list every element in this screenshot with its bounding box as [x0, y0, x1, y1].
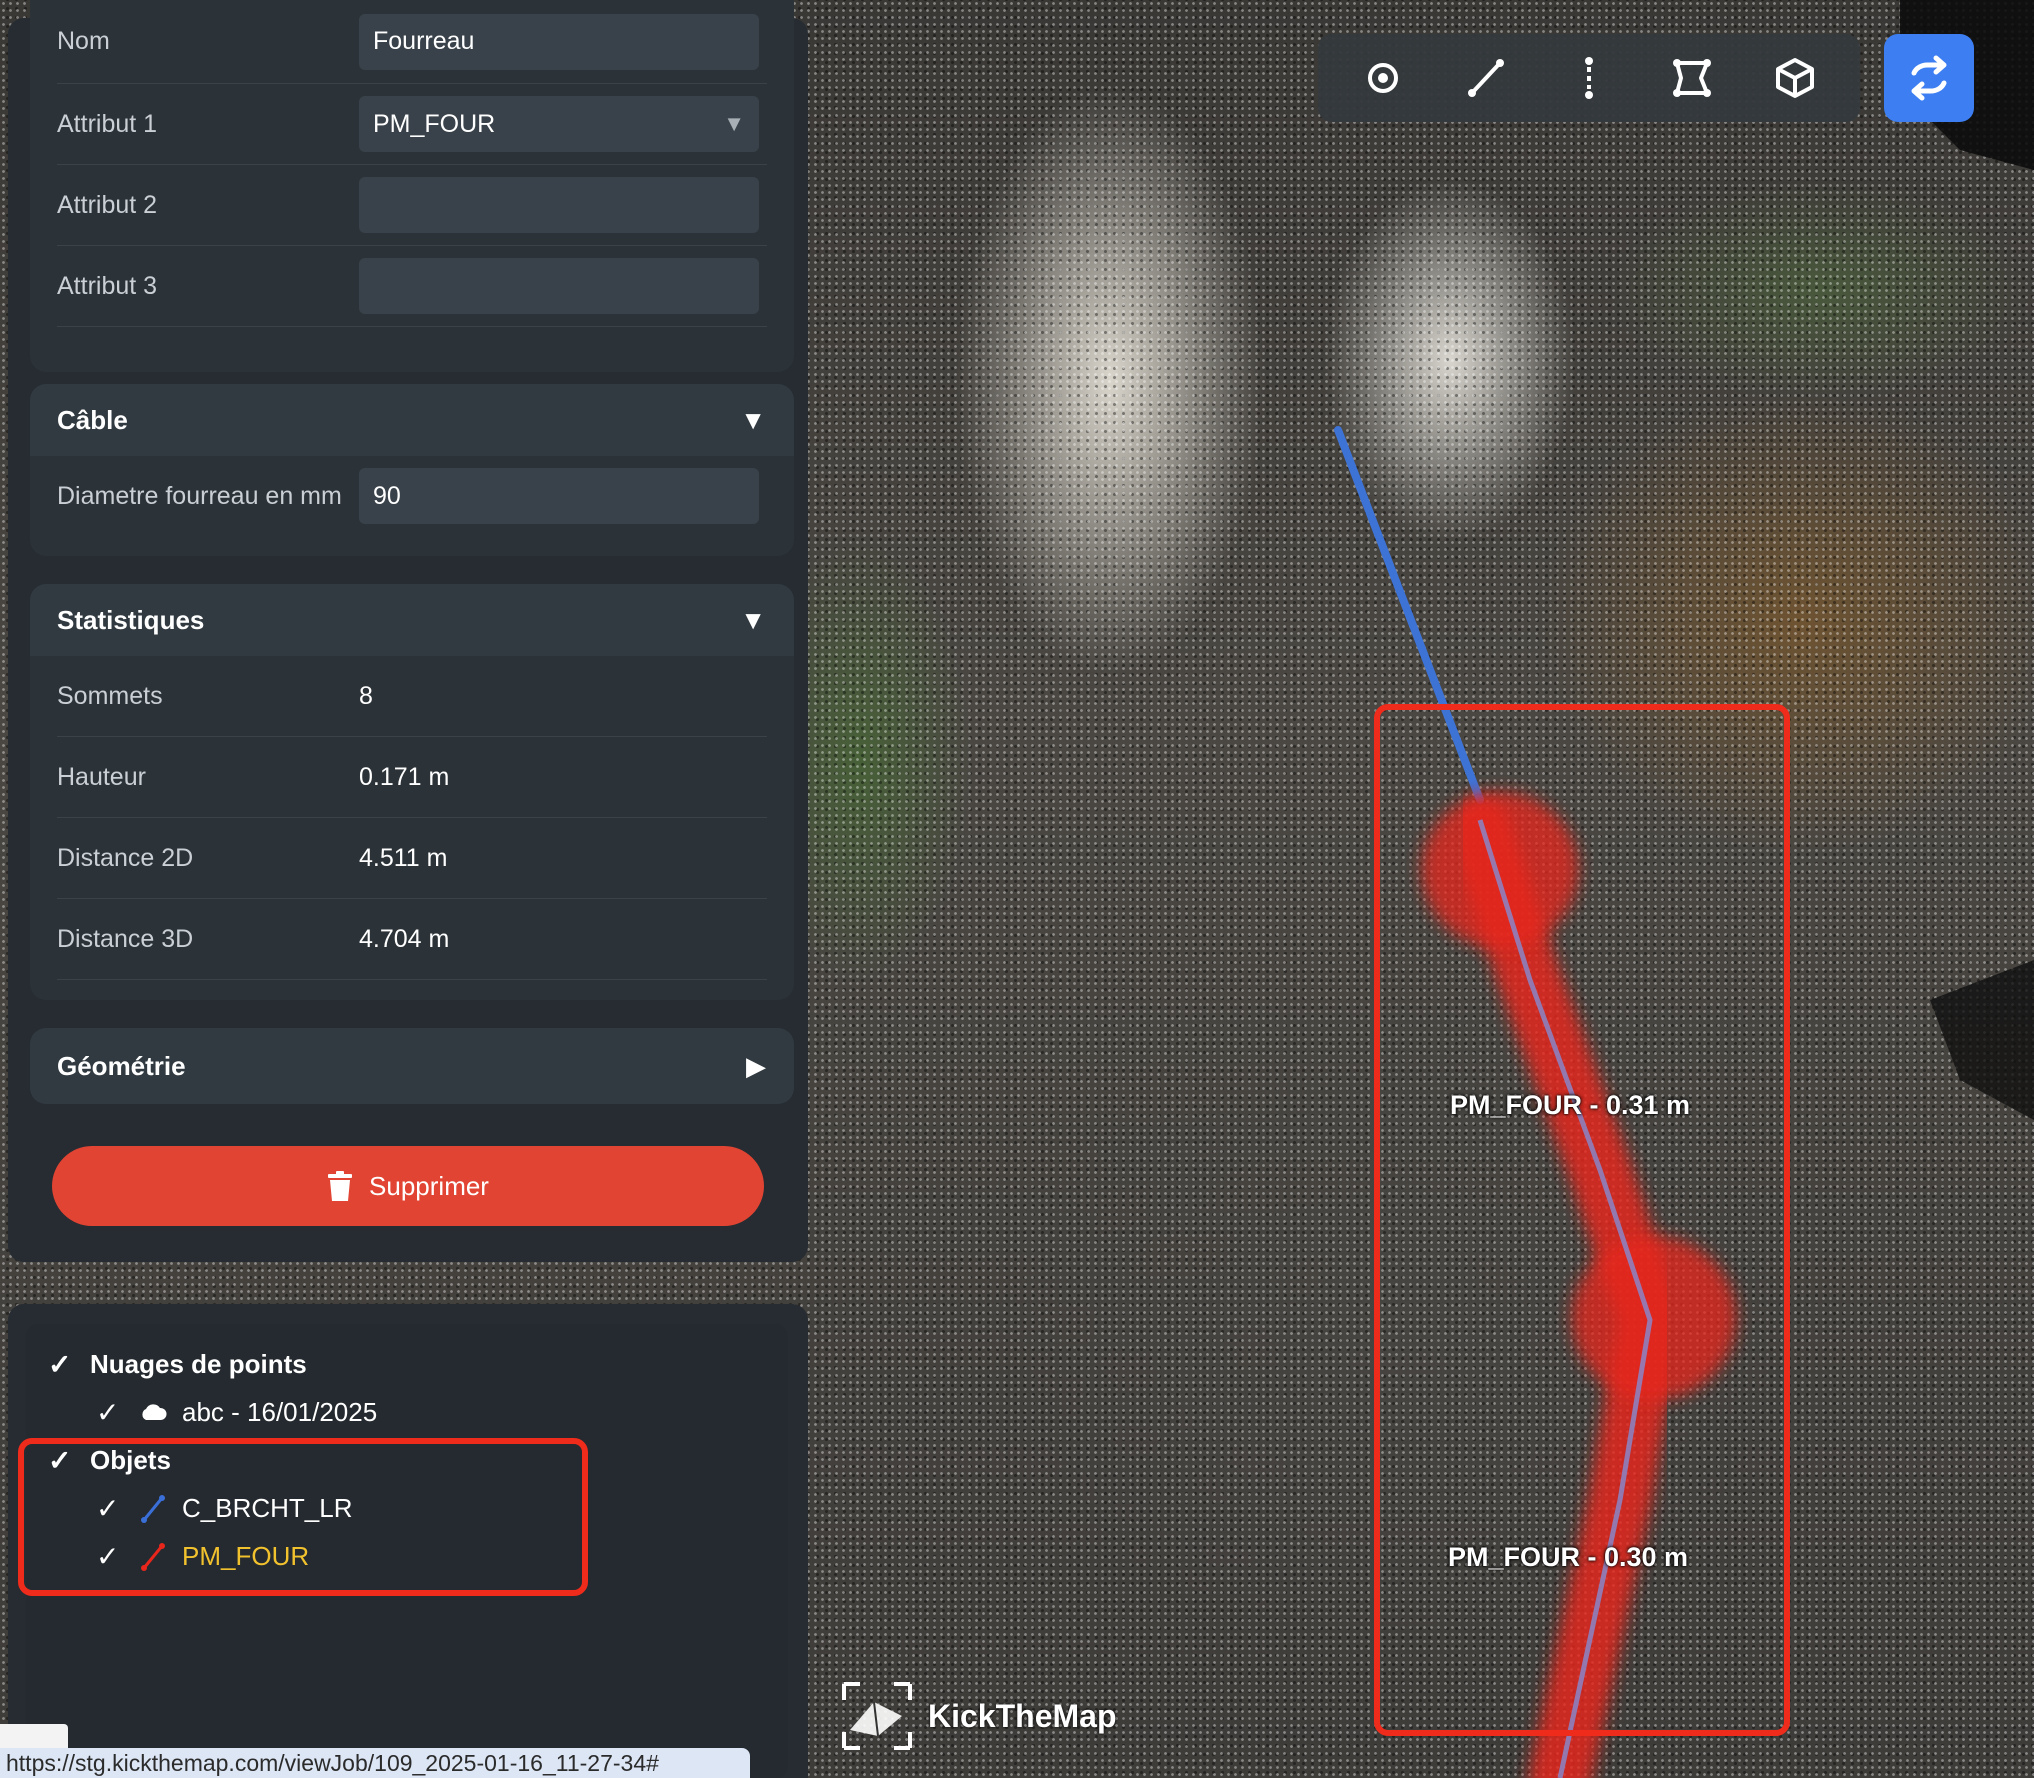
line-tool-button[interactable]: [1451, 43, 1521, 113]
stat-row: Sommets 8: [57, 656, 767, 737]
stat-row: Distance 2D 4.511 m: [57, 818, 767, 899]
conduit-highlight-box: [1374, 704, 1790, 1736]
polygon-tool-icon: [1672, 59, 1711, 97]
diameter-label: Diametre fourreau en mm: [57, 481, 342, 510]
stat-label: Distance 2D: [57, 843, 194, 872]
trash-icon: [328, 1171, 353, 1201]
line-tool-icon: [1468, 59, 1505, 97]
cloud-icon: [138, 1398, 168, 1428]
field-label: Attribut 2: [57, 190, 158, 219]
attribut-1-value: PM_FOUR: [373, 109, 496, 138]
point-tool-button[interactable]: [1348, 43, 1418, 113]
attribut-3-input[interactable]: [359, 258, 759, 314]
stat-label: Hauteur: [57, 762, 146, 791]
sync-button[interactable]: [1884, 34, 1974, 122]
diameter-input[interactable]: 90: [359, 468, 759, 524]
stat-label: Distance 3D: [57, 924, 194, 953]
point-tool-icon: [1368, 63, 1399, 93]
statistics-card: Statistiques ▼ Sommets 8 Hauteur 0.171 m…: [30, 584, 794, 1000]
name-value: Fourreau: [373, 27, 475, 55]
objects-highlight-box: [18, 1438, 588, 1596]
collapse-arrow-icon: ▼: [740, 604, 766, 635]
geometry-title: Géométrie: [57, 1050, 186, 1081]
stat-row: Distance 3D 4.704 m: [57, 899, 767, 980]
layer-group-point-clouds[interactable]: ✓ Nuages de points: [48, 1348, 307, 1381]
sync-icon: [1911, 55, 1947, 101]
delete-button[interactable]: Supprimer: [52, 1146, 764, 1226]
vertical-tool-icon: [1584, 57, 1593, 99]
delete-label: Supprimer: [369, 1170, 489, 1201]
volume-tool-button[interactable]: [1760, 43, 1830, 113]
collapse-arrow-icon: ▼: [740, 404, 766, 435]
stat-label: Sommets: [57, 681, 163, 710]
stat-value: 0.171 m: [359, 762, 450, 791]
field-label: Attribut 1: [57, 109, 158, 138]
volume-tool-icon: [1775, 58, 1814, 98]
stat-value: 4.704 m: [359, 924, 450, 953]
logo-icon: [842, 1682, 912, 1750]
field-row-nom: Nom Fourreau: [57, 0, 767, 84]
measure-label-2: PM_FOUR - 0.30 m: [1448, 1542, 1689, 1572]
stat-value: 4.511 m: [359, 843, 448, 872]
layer-group-label: Nuages de points: [90, 1349, 307, 1379]
cable-header[interactable]: Câble ▼: [30, 384, 794, 456]
measure-label-1: PM_FOUR - 0.31 m: [1450, 1090, 1691, 1120]
attribut-2-input[interactable]: [359, 177, 759, 233]
cable-title: Câble: [57, 404, 128, 435]
geometry-header[interactable]: Géométrie ▶: [30, 1028, 794, 1104]
name-input[interactable]: Fourreau: [359, 13, 759, 70]
browser-tab-stub: [0, 1724, 68, 1748]
layer-item-label: abc - 16/01/2025: [182, 1397, 378, 1427]
polygon-tool-button[interactable]: [1657, 43, 1727, 113]
field-label: Attribut 3: [57, 271, 158, 300]
status-url: https://stg.kickthemap.com/viewJob/109_2…: [0, 1748, 750, 1778]
diameter-row: Diametre fourreau en mm 90: [57, 456, 767, 536]
stat-value: 8: [359, 681, 373, 710]
field-row-attribut-1: Attribut 1 PM_FOUR ▼: [57, 84, 767, 165]
layers-panel: ✓ Nuages de points ✓ abc - 16/01/2025 ✓ …: [8, 1304, 808, 1778]
caret-down-icon: ▼: [723, 111, 745, 136]
logo-text: KickTheMap: [928, 1697, 1117, 1734]
statistics-title: Statistiques: [57, 604, 205, 635]
check-icon[interactable]: ✓: [48, 1348, 76, 1381]
properties-panel: Nom Fourreau Attribut 1 PM_FOUR ▼ Attrib…: [8, 0, 808, 1262]
measurement-toolbar: [1318, 34, 1860, 122]
field-row-attribut-3: Attribut 3: [57, 246, 767, 327]
diameter-value: 90: [373, 481, 401, 510]
stat-row: Hauteur 0.171 m: [57, 737, 767, 818]
geometry-card: Géométrie ▶: [30, 1028, 794, 1104]
attribut-1-select[interactable]: PM_FOUR ▼: [359, 96, 759, 152]
layer-item-point-cloud[interactable]: ✓ abc - 16/01/2025: [96, 1396, 377, 1429]
statistics-header[interactable]: Statistiques ▼: [30, 584, 794, 656]
check-icon[interactable]: ✓: [96, 1396, 124, 1429]
vertical-tool-button[interactable]: [1554, 43, 1624, 113]
cable-card: Câble ▼ Diametre fourreau en mm 90: [30, 384, 794, 556]
field-label: Nom: [57, 27, 110, 55]
expand-arrow-icon: ▶: [746, 1050, 766, 1081]
kickthemap-logo: KickTheMap: [838, 1680, 1116, 1752]
field-row-attribut-2: Attribut 2: [57, 165, 767, 246]
attributes-card: Nom Fourreau Attribut 1 PM_FOUR ▼ Attrib…: [30, 0, 794, 372]
